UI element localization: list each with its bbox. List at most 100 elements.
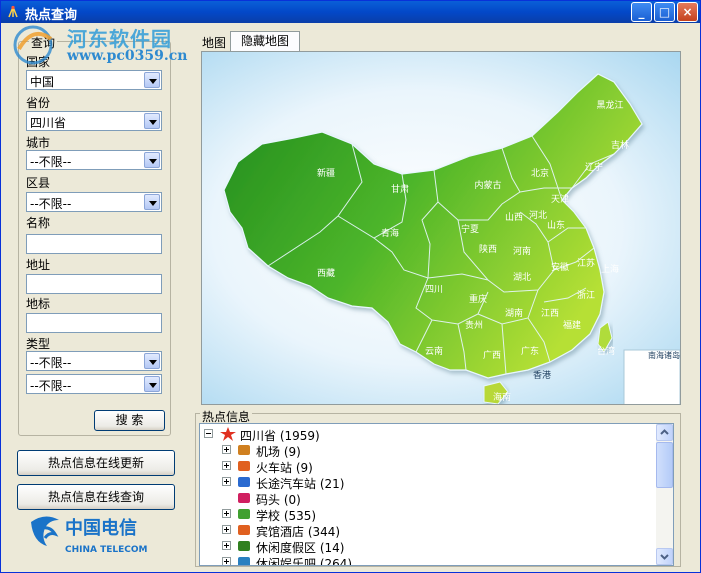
- province-label[interactable]: 辽宁: [585, 161, 603, 173]
- chevron-down-icon[interactable]: [144, 152, 160, 168]
- plane-icon: [238, 445, 250, 455]
- chevron-down-icon[interactable]: [144, 194, 160, 210]
- tree-item-label: 码头 (0): [256, 493, 301, 507]
- country-select[interactable]: 中国: [26, 70, 162, 90]
- province-label[interactable]: 江西: [541, 308, 559, 319]
- bus-icon: [238, 477, 250, 487]
- province-label[interactable]: 浙江: [577, 289, 595, 301]
- province-label[interactable]: 山东: [547, 219, 565, 231]
- china-map[interactable]: 黑龙江吉林 辽宁内蒙古 北京天津 河北 山西山东 新疆甘肃宁夏 青海陕西 河南江苏 安徽 上海湖北…: [201, 51, 681, 405]
- china-telecom-logo: 中国电信 CHINA TELECOM: [31, 516, 148, 555]
- expand-icon[interactable]: [222, 477, 231, 486]
- province-value: 四川省: [30, 116, 67, 130]
- province-label[interactable]: 云南: [425, 345, 443, 357]
- province-label[interactable]: 河北: [529, 209, 547, 221]
- china-map-graphic[interactable]: 黑龙江吉林辽宁内蒙古 北京天津河北山西山东 新疆甘肃宁夏 青海陕西 河南江苏安徽 上海湖北…: [202, 52, 681, 405]
- search-button[interactable]: 搜 索: [94, 410, 165, 431]
- name-field[interactable]: [26, 234, 162, 254]
- scroll-down-button[interactable]: [656, 548, 673, 565]
- province-label[interactable]: 新疆: [317, 167, 335, 179]
- landmark-field[interactable]: [26, 313, 162, 333]
- resort-icon: [238, 541, 250, 551]
- tree-scrollbar[interactable]: [656, 424, 673, 565]
- query-legend: 查询: [29, 34, 58, 51]
- province-label[interactable]: 黑龙江: [596, 99, 623, 111]
- province-label[interactable]: 广东: [521, 345, 539, 357]
- province-label[interactable]: 西藏: [317, 267, 335, 279]
- district-value: --不限--: [30, 197, 72, 211]
- chevron-down-icon[interactable]: [144, 72, 160, 88]
- tree-item-label: 宾馆酒店 (344): [256, 525, 341, 539]
- province-label[interactable]: 宁夏: [461, 223, 479, 235]
- province-label[interactable]: 福建: [563, 319, 581, 331]
- city-value: --不限--: [30, 155, 72, 169]
- expand-icon[interactable]: [222, 509, 231, 518]
- province-label[interactable]: 天津: [551, 194, 569, 205]
- district-select[interactable]: --不限--: [26, 192, 162, 212]
- province-label[interactable]: 香港: [533, 369, 551, 381]
- close-button[interactable]: ×: [677, 2, 698, 22]
- address-field[interactable]: [26, 274, 162, 294]
- city-select[interactable]: --不限--: [26, 150, 162, 170]
- hide-map-button[interactable]: 隐藏地图: [230, 31, 300, 51]
- district-label: 区县: [26, 176, 51, 190]
- chevron-down-icon: [660, 554, 669, 560]
- bar-icon: [238, 557, 250, 565]
- chevron-up-icon: [660, 429, 669, 435]
- south-sea-label: 南海诸岛: [648, 350, 680, 360]
- tree-item-label: 长途汽车站 (21): [256, 477, 345, 491]
- star-icon: [220, 427, 236, 441]
- province-label[interactable]: 北京: [531, 167, 549, 179]
- province-label[interactable]: 四川: [425, 285, 443, 295]
- city-label: 城市: [26, 136, 51, 150]
- province-label[interactable]: 台湾: [597, 345, 615, 357]
- expand-icon[interactable]: [222, 557, 231, 565]
- tree-root-label: 四川省 (1959): [240, 429, 320, 443]
- province-label[interactable]: 江苏: [577, 257, 595, 269]
- collapse-icon[interactable]: [204, 429, 213, 438]
- province-label[interactable]: 陕西: [479, 243, 497, 255]
- landmark-label: 地标: [26, 297, 51, 311]
- chevron-down-icon[interactable]: [144, 353, 160, 369]
- province-label[interactable]: 吉林: [611, 139, 629, 151]
- province-label[interactable]: 广西: [483, 349, 501, 361]
- province-label[interactable]: 山西: [505, 212, 523, 223]
- province-label[interactable]: 海南: [493, 391, 511, 403]
- expand-icon[interactable]: [222, 445, 231, 454]
- online-update-button[interactable]: 热点信息在线更新: [17, 450, 175, 476]
- province-label[interactable]: 重庆: [469, 293, 487, 305]
- province-label[interactable]: 安徽: [551, 261, 569, 273]
- province-select[interactable]: 四川省: [26, 111, 162, 131]
- province-label[interactable]: 青海: [381, 227, 399, 239]
- chevron-down-icon[interactable]: [144, 113, 160, 129]
- train-icon: [238, 461, 250, 471]
- expand-icon[interactable]: [222, 525, 231, 534]
- hotspot-tree[interactable]: 四川省 (1959) 机场 (9) 火车站 (9) 长途汽车站 (21) 码头 (0)…: [199, 423, 674, 566]
- expand-icon[interactable]: [222, 541, 231, 550]
- hotel-icon: [238, 525, 250, 535]
- province-label[interactable]: 甘肃: [391, 183, 409, 195]
- tree-item-label: 学校 (535): [256, 509, 317, 523]
- chevron-down-icon[interactable]: [144, 376, 160, 392]
- address-label: 地址: [26, 258, 51, 272]
- maximize-icon: □: [658, 5, 671, 19]
- type-select[interactable]: --不限--: [26, 351, 162, 371]
- province-label[interactable]: 贵州: [465, 319, 483, 331]
- maximize-button[interactable]: □: [654, 2, 675, 22]
- scroll-thumb[interactable]: [656, 442, 673, 488]
- scroll-up-button[interactable]: [656, 424, 673, 441]
- school-icon: [238, 509, 250, 519]
- country-value: 中国: [30, 75, 55, 89]
- province-label[interactable]: 湖北: [513, 272, 531, 283]
- online-query-button[interactable]: 热点信息在线查询: [17, 484, 175, 510]
- anchor-icon: [238, 493, 250, 503]
- minimize-button[interactable]: _: [631, 2, 652, 22]
- province-label[interactable]: 河南: [513, 245, 531, 257]
- province-label[interactable]: 内蒙古: [474, 179, 501, 191]
- subtype-select[interactable]: --不限--: [26, 374, 162, 394]
- title-bar[interactable]: 热点查询 _ □ ×: [1, 1, 700, 23]
- province-label[interactable]: 湖南: [505, 307, 523, 319]
- province-label[interactable]: 上海: [601, 263, 619, 275]
- expand-icon[interactable]: [222, 461, 231, 470]
- tree-item-label: 休闲娱乐吧 (264): [256, 557, 353, 566]
